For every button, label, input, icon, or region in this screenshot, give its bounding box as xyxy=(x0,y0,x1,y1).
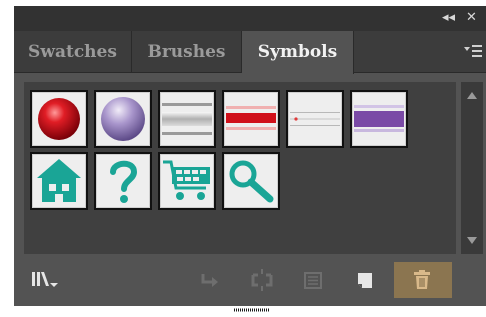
panel-menu-icon[interactable] xyxy=(462,41,484,61)
scroll-up-icon[interactable] xyxy=(461,86,483,106)
symbol-options-icon[interactable] xyxy=(302,266,324,294)
double-chevron-left-icon[interactable]: ◂◂ xyxy=(442,9,455,27)
panel-footer xyxy=(14,262,486,298)
question-mark-symbol[interactable] xyxy=(94,152,152,210)
symbols-grid xyxy=(24,82,456,254)
house-symbol[interactable] xyxy=(30,152,88,210)
purple-sphere-symbol[interactable] xyxy=(94,90,152,148)
resize-grip[interactable] xyxy=(234,298,270,312)
symbols-content xyxy=(14,74,486,262)
red-bar-symbol[interactable] xyxy=(222,90,280,148)
place-symbol-instance-icon[interactable] xyxy=(198,266,220,294)
symbols-panel: ◂◂ ✕ Swatches Brushes Symbols xyxy=(14,6,486,312)
purple-bar-symbol[interactable] xyxy=(350,90,408,148)
break-link-icon[interactable] xyxy=(248,266,276,294)
delete-symbol-icon[interactable] xyxy=(410,266,434,294)
magnifier-symbol[interactable] xyxy=(222,152,280,210)
symbols-scrollbar[interactable] xyxy=(461,82,483,254)
shopping-cart-symbol[interactable] xyxy=(158,152,216,210)
tab-bar: Swatches Brushes Symbols xyxy=(14,31,486,74)
thin-red-line-symbol[interactable] xyxy=(286,90,344,148)
silver-bar-symbol[interactable] xyxy=(158,90,216,148)
red-sphere-symbol[interactable] xyxy=(30,90,88,148)
scroll-down-icon[interactable] xyxy=(461,230,483,250)
close-icon[interactable]: ✕ xyxy=(466,9,477,27)
tab-swatches[interactable]: Swatches xyxy=(14,31,132,73)
symbol-libraries-menu-icon[interactable] xyxy=(30,266,60,294)
panel-title-bar: ◂◂ ✕ xyxy=(14,6,486,31)
tab-brushes[interactable]: Brushes xyxy=(132,31,242,73)
new-symbol-icon[interactable] xyxy=(354,266,376,294)
tab-symbols[interactable]: Symbols xyxy=(242,31,354,74)
